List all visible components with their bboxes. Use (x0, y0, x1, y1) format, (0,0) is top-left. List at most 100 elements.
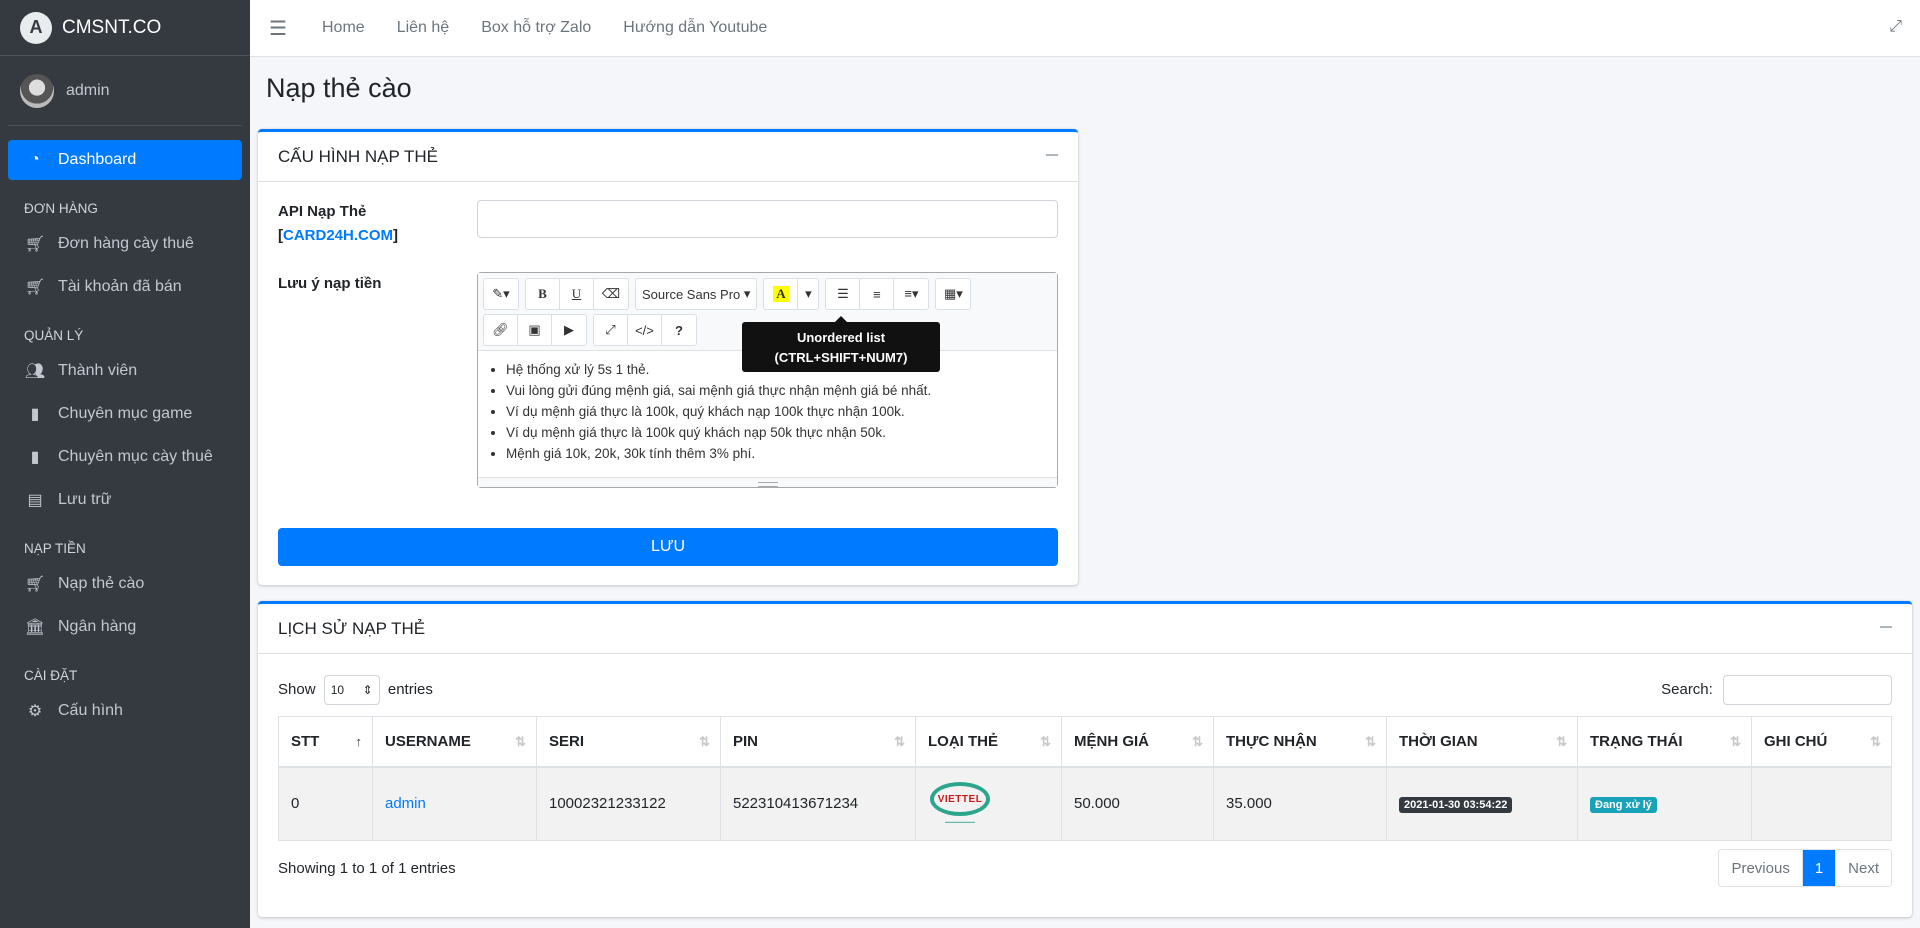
dashboard-icon: ◔ (30, 151, 40, 168)
brand[interactable]: A CMSNT.CO (0, 0, 250, 56)
code-view-icon[interactable]: </> (628, 315, 662, 345)
table-footer: Showing 1 to 1 of 1 entries Previous 1 N… (258, 849, 1912, 887)
align-icon[interactable]: ≡▾ (894, 279, 928, 309)
sidebar-item-card-topup[interactable]: 🛒︎ Nạp thẻ cào (8, 564, 242, 604)
status-badge: Đang xử lý (1590, 796, 1657, 813)
entries-value: 10 (330, 683, 345, 697)
image-icon[interactable]: ▣ (518, 315, 552, 345)
collapse-icon[interactable] (1880, 620, 1892, 632)
cart-icon: 🛒︎ (24, 279, 46, 296)
sort-icon: ⇅ (894, 734, 905, 749)
column-header[interactable]: PIN ⇅ (720, 716, 916, 768)
top-link-contact[interactable]: Liên hệ (381, 19, 466, 37)
sidebar-item-label: Đơn hàng cày thuê (58, 235, 194, 252)
sort-icon: ⇅ (1730, 734, 1741, 749)
sidebar-nav: ◔ Dashboard ĐƠN HÀNG 🛒︎ Đơn hàng cày thu… (0, 126, 250, 731)
api-bracket-close: ] (393, 227, 399, 244)
table-icon[interactable]: ▦▾ (936, 279, 970, 309)
sidebar-item-sold-accounts[interactable]: 🛒︎ Tài khoản đã bán (8, 267, 242, 307)
link-icon[interactable]: 🔗︎ (484, 315, 518, 345)
time-badge: 2021-01-30 03:54:22 (1399, 796, 1513, 813)
user-panel[interactable]: admin (8, 56, 242, 126)
note-item: Vui lòng gửi đúng mệnh giá, sai mệnh giá… (506, 380, 1045, 401)
prev-page-button[interactable]: Previous (1719, 850, 1803, 886)
eraser-icon[interactable]: ⌫ (594, 279, 628, 309)
column-header[interactable]: THỜI GIAN ⇅ (1386, 716, 1578, 768)
column-label: THỜI GIAN (1399, 732, 1478, 750)
history-table: STT ↑ USERNAME ⇅ SERI ⇅ PIN ⇅ LOẠI THẺ ⇅ MỆNH… (278, 716, 1892, 841)
font-name: Source Sans Pro (642, 286, 741, 302)
column-header[interactable]: MỆNH GIÁ ⇅ (1061, 716, 1214, 768)
api-provider-link[interactable]: CARD24H.COM (283, 227, 393, 244)
column-header[interactable]: STT ↑ (278, 716, 373, 768)
cell-username[interactable]: admin (372, 766, 537, 841)
fullscreen-editor-icon[interactable]: ⤢ (594, 315, 628, 345)
sidebar-item-members[interactable]: 👥︎ Thành viên (8, 351, 242, 391)
api-provider: [CARD24H.COM] (278, 224, 477, 248)
ordered-list-icon[interactable]: ≡ (860, 279, 895, 309)
help-icon[interactable]: ? (662, 315, 696, 345)
magic-wand-icon[interactable]: ✎▾ (484, 279, 518, 309)
collapse-icon[interactable] (1046, 148, 1058, 160)
sidebar-header-settings: CÀI ĐẶT (24, 668, 78, 683)
pagination: Previous 1 Next (1718, 849, 1892, 887)
save-button[interactable]: LƯU (278, 528, 1058, 566)
unordered-list-icon[interactable]: ☰ (826, 279, 861, 309)
top-link-home[interactable]: Home (306, 19, 381, 37)
table-header-row: STT ↑ USERNAME ⇅ SERI ⇅ PIN ⇅ LOẠI THẺ ⇅ MỆNH… (278, 716, 1892, 768)
column-label: USERNAME (385, 732, 471, 750)
font-family-select[interactable]: Source Sans Pro ▾ (636, 279, 756, 309)
highlight-color-icon[interactable]: A (764, 279, 799, 309)
page-title: Nạp thẻ cào (266, 73, 412, 103)
top-link-youtube[interactable]: Hướng dẫn Youtube (607, 19, 783, 37)
cell-card-type: VIETTEL ━━━━━━━━━━ (915, 766, 1062, 841)
editor-resize-handle[interactable] (478, 477, 1057, 487)
top-link-zalo[interactable]: Box hỗ trợ Zalo (465, 19, 607, 37)
config-card-header: CẤU HÌNH NẠP THẺ (258, 132, 1078, 182)
sidebar-item-boost-categories[interactable]: ▮ Chuyên mục cày thuê (8, 437, 242, 477)
history-card-title: LỊCH SỬ NẠP THẺ (278, 618, 426, 638)
sidebar-item-archive[interactable]: ▤ Lưu trữ (8, 480, 242, 520)
sidebar-item-dashboard[interactable]: ◔ Dashboard (8, 140, 242, 180)
note-item: Mệnh giá 10k, 20k, 30k tính thêm 3% phí. (506, 443, 1045, 464)
fullscreen-icon[interactable]: ⤢ (1889, 18, 1902, 36)
underline-icon[interactable]: U (560, 279, 594, 309)
search-input[interactable] (1723, 675, 1892, 705)
search-label: Search: (1661, 680, 1713, 698)
sidebar-item-label: Nạp thẻ cào (58, 575, 145, 592)
entries-select[interactable]: 10 ⇕ (323, 675, 380, 705)
user-name[interactable]: admin (66, 82, 110, 100)
table-controls: Show 10 ⇕ entries Search: (258, 654, 1912, 710)
sidebar-item-bank[interactable]: 🏛︎ Ngân hàng (8, 607, 242, 647)
viettel-logo: VIETTEL ━━━━━━━━━━ (928, 778, 992, 830)
sidebar-item-label: Ngân hàng (58, 618, 137, 635)
sort-icon: ⇅ (699, 734, 710, 749)
color-dropdown-icon[interactable]: ▾ (798, 279, 818, 309)
column-header[interactable]: SERI ⇅ (536, 716, 721, 768)
column-label: THỰC NHẬN (1226, 732, 1317, 750)
column-header[interactable]: USERNAME ⇅ (372, 716, 537, 768)
bold-icon[interactable]: B (526, 279, 560, 309)
menu-toggle-icon[interactable]: ☰ (250, 16, 306, 41)
sidebar-item-label: Tài khoản đã bán (58, 278, 182, 295)
column-header[interactable]: LOẠI THẺ ⇅ (915, 716, 1062, 768)
bank-icon: 🏛︎ (24, 619, 46, 636)
video-icon[interactable]: ▶ (552, 315, 586, 345)
column-header[interactable]: TRẠNG THÁI ⇅ (1577, 716, 1752, 768)
cell-received: 35.000 (1213, 766, 1387, 841)
sidebar-item-game-categories[interactable]: ▮ Chuyên mục game (8, 394, 242, 434)
column-header[interactable]: THỰC NHẬN ⇅ (1213, 716, 1387, 768)
api-input[interactable] (477, 200, 1058, 238)
next-page-button[interactable]: Next (1836, 850, 1891, 886)
page-button[interactable]: 1 (1802, 850, 1837, 886)
sidebar-item-config[interactable]: ⚙︎ Cấu hình (8, 691, 242, 731)
sort-icon: ⇅ (1556, 734, 1567, 749)
column-header[interactable]: GHI CHÚ ⇅ (1751, 716, 1892, 768)
cell-time: 2021-01-30 03:54:22 (1386, 766, 1578, 841)
note-item: Ví dụ mệnh giá thực là 100k quý khách nạ… (506, 422, 1045, 443)
show-label: Show (278, 681, 316, 698)
sidebar-item-boosting-orders[interactable]: 🛒︎ Đơn hàng cày thuê (8, 224, 242, 264)
logo-text: VIETTEL (937, 793, 983, 805)
sidebar: A CMSNT.CO admin ◔ Dashboard ĐƠN HÀNG 🛒︎… (0, 0, 250, 928)
column-label: TRẠNG THÁI (1590, 732, 1683, 750)
